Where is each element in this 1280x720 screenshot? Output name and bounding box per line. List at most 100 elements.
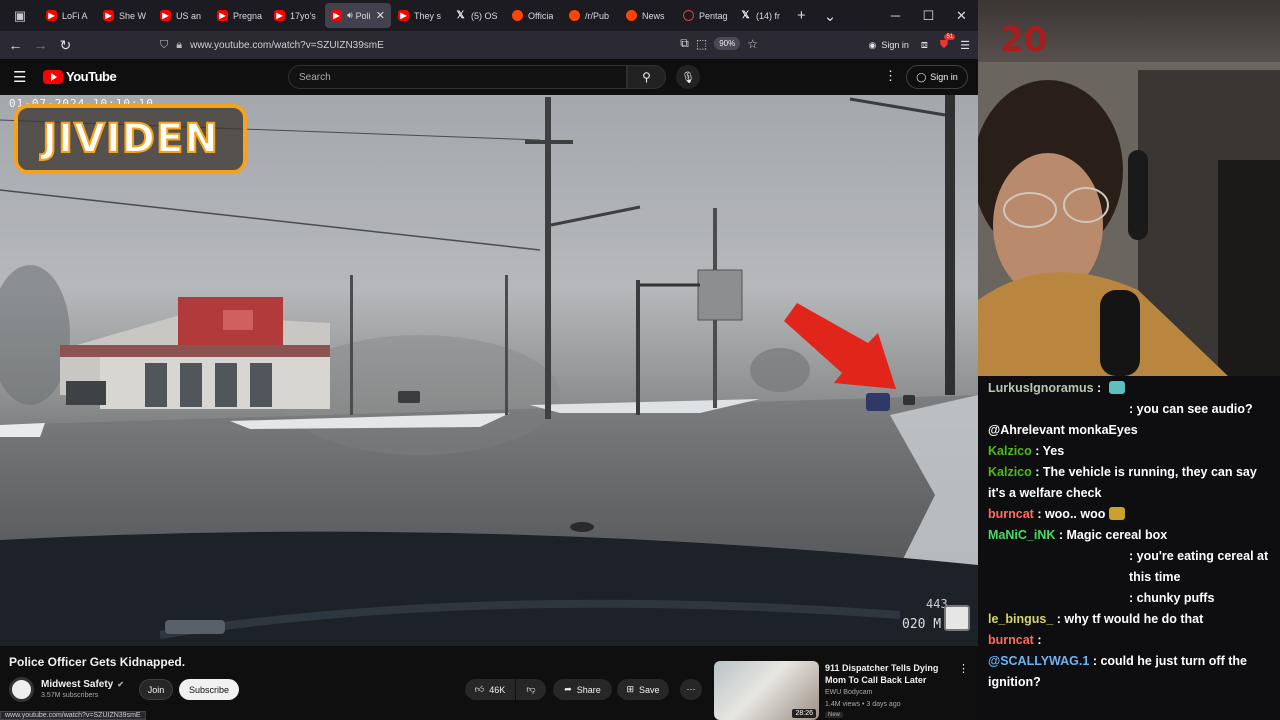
subscribe-button[interactable]: Subscribe [179, 679, 239, 700]
screenshot-icon[interactable]: ⬚ [696, 37, 707, 51]
save-label: Save [639, 684, 660, 695]
back-icon[interactable]: ← [3, 31, 28, 59]
tab-7[interactable]: 𝕏 (5) OS [449, 3, 505, 28]
chat-username[interactable]: burncat [988, 507, 1034, 521]
close-window-icon[interactable]: ✕ [945, 0, 978, 31]
save-playlist-icon: ⊞ [626, 684, 635, 694]
tracking-shield-icon[interactable]: ⛉ [160, 39, 168, 52]
recommended-title[interactable]: 911 Dispatcher Tells Dying Mom To Call B… [825, 662, 945, 686]
chat-text: Magic cereal box [1066, 528, 1168, 542]
tab-0[interactable]: ▶ LoFi A [40, 3, 96, 28]
chat-separator: : [1033, 507, 1045, 521]
youtube-logo[interactable]: YouTube [43, 69, 117, 84]
chat-username[interactable]: MaNiC_iNK [988, 528, 1055, 542]
channel-watermark-icon[interactable] [944, 605, 970, 631]
chat-username[interactable]: LurkusIgnoramus [988, 381, 1094, 395]
maximize-icon[interactable]: ☐ [912, 0, 945, 31]
url-bar[interactable]: ⛉ 🔒︎ www.youtube.com/watch?v=SZUIZN39smE… [150, 34, 770, 56]
tab-title: /r/Pub [585, 10, 610, 21]
tab-title: LoFi A [62, 10, 88, 21]
picture-in-picture-icon[interactable]: ⧉ [680, 36, 689, 51]
chat-username[interactable]: le_bingus_ [988, 612, 1053, 626]
tab-6[interactable]: ▶ They s [392, 3, 448, 28]
tab-9[interactable]: /r/Pub [563, 3, 619, 28]
search-button[interactable]: ⚲ [627, 65, 666, 89]
tab-5[interactable]: ▶ 🔊︎ Poli ✕ [325, 3, 391, 28]
more-horizontal-icon: ⋯ [686, 684, 696, 694]
channel-avatar[interactable] [9, 677, 34, 702]
guide-menu-icon[interactable]: ☰ [13, 68, 26, 86]
close-tab-icon[interactable]: ✕ [376, 9, 385, 22]
settings-more-icon[interactable]: ⋮ [884, 68, 897, 84]
audio-playing-icon[interactable]: 🔊︎ [347, 10, 353, 21]
chat-message: @Ahrelevant monkaEyes [988, 420, 1272, 441]
tab-2[interactable]: ▶ US an [154, 3, 210, 28]
tabs-container: ▶ LoFi A ▶ She W ▶ US an ▶ Pregna ▶ 17yo's ▶ 🔊︎ Poli… [40, 3, 791, 28]
tab-4[interactable]: ▶ 17yo's [268, 3, 324, 28]
tab-title: 17yo's [290, 10, 316, 21]
minimize-icon[interactable]: ─ [879, 0, 912, 31]
list-tabs-icon[interactable]: ⌄ [824, 7, 837, 25]
chat-separator: : [1033, 633, 1042, 647]
bookmark-star-icon[interactable]: ☆ [747, 37, 758, 51]
chat-mention[interactable]: @SCALLYWAG.1 [988, 654, 1089, 668]
chat-emote-icon [1109, 507, 1126, 520]
tab-12[interactable]: 𝕏 (14) fr [734, 3, 790, 28]
mic-icon: 🎙︎ [681, 71, 695, 84]
video-player[interactable]: 01-07-2024 10:10:10 JIVIDEN 443 020 M [0, 95, 978, 646]
toolbar-right: ◉ Sign in ⧈ ⛊ 51 ☰ [868, 31, 970, 59]
zoom-level[interactable]: 90% [714, 37, 741, 50]
youtube-icon: ▶ [160, 10, 171, 21]
search-input[interactable]: Search [288, 65, 627, 89]
youtube-icon: ▶ [331, 10, 342, 21]
chat-message: LurkusIgnoramus : [988, 378, 1272, 399]
forward-icon[interactable]: → [28, 31, 53, 59]
ublock-icon[interactable]: ⛊ 51 [940, 33, 956, 52]
chat-message: le_bingus_ : why tf would he do that [988, 609, 1272, 630]
save-button[interactable]: ⊞ Save [617, 679, 669, 700]
recommended-meta: 1.4M views • 3 days ago [825, 701, 901, 708]
chat-message: burncat : [988, 630, 1272, 651]
like-button[interactable]: 👍︎ 46K [465, 679, 515, 700]
more-actions-button[interactable]: ⋯ [680, 679, 702, 700]
voice-search-button[interactable]: 🎙︎ [676, 65, 700, 89]
account-sign-in-label: Sign in [881, 40, 909, 50]
join-button[interactable]: Join [139, 679, 173, 700]
reload-icon[interactable]: ↻ [53, 31, 78, 59]
chat-message: @SCALLYWAG.1 : could he just turn off th… [988, 651, 1272, 693]
chat-username[interactable]: burncat [988, 633, 1034, 647]
recommended-more-icon[interactable]: ⋮ [958, 662, 969, 675]
tab-3[interactable]: ▶ Pregna [211, 3, 267, 28]
new-tab-icon[interactable]: + [797, 7, 806, 24]
channel-name-link[interactable]: Midwest Safety ✔ [41, 679, 124, 690]
tab-8[interactable]: Officia [506, 3, 562, 28]
chat-message: Kalzico : Yes [988, 441, 1272, 462]
tab-10[interactable]: News [620, 3, 676, 28]
youtube-sign-in-button[interactable]: ◯ Sign in [906, 65, 968, 89]
tab-11[interactable]: Pentag [677, 3, 733, 28]
chat-username[interactable]: Kalzico [988, 444, 1032, 458]
chat-username[interactable]: Kalzico [988, 465, 1032, 479]
dislike-button[interactable]: 👎︎ [516, 679, 546, 700]
tab-title: She W [119, 10, 147, 21]
chat-message: : chunky puffs [988, 588, 1272, 609]
share-button[interactable]: ➦ Share [553, 679, 612, 700]
share-label: Share [576, 684, 601, 695]
user-circle-icon: ◯ [916, 71, 927, 82]
extensions-icon[interactable]: ⧈ [921, 39, 928, 52]
lock-icon[interactable]: 🔒︎ [176, 39, 182, 52]
recommended-channel[interactable]: EWU Bodycam [825, 689, 872, 696]
tab-tools: + ⌄ [797, 7, 836, 25]
tab-1[interactable]: ▶ She W [97, 3, 153, 28]
screen: ▣ ▶ LoFi A ▶ She W ▶ US an ▶ Pregna ▶ 17yo's ▶ 🔊︎ Po… [0, 0, 1280, 720]
thumbs-up-icon: 👍︎ [474, 684, 485, 694]
app-menu-icon[interactable]: ☰ [960, 39, 970, 52]
chat-text: : you're eating cereal at this time [1129, 549, 1269, 584]
account-button[interactable]: ◉ Sign in [868, 40, 908, 51]
youtube-icon: ▶ [46, 10, 57, 21]
reddit-icon [512, 10, 523, 21]
chat-text: woo.. woo [1044, 507, 1106, 521]
youtube-sign-in-label: Sign in [930, 72, 958, 82]
tab-overview-icon[interactable]: ▣ [0, 0, 40, 31]
recommended-thumbnail[interactable]: 28:26 [714, 661, 819, 720]
